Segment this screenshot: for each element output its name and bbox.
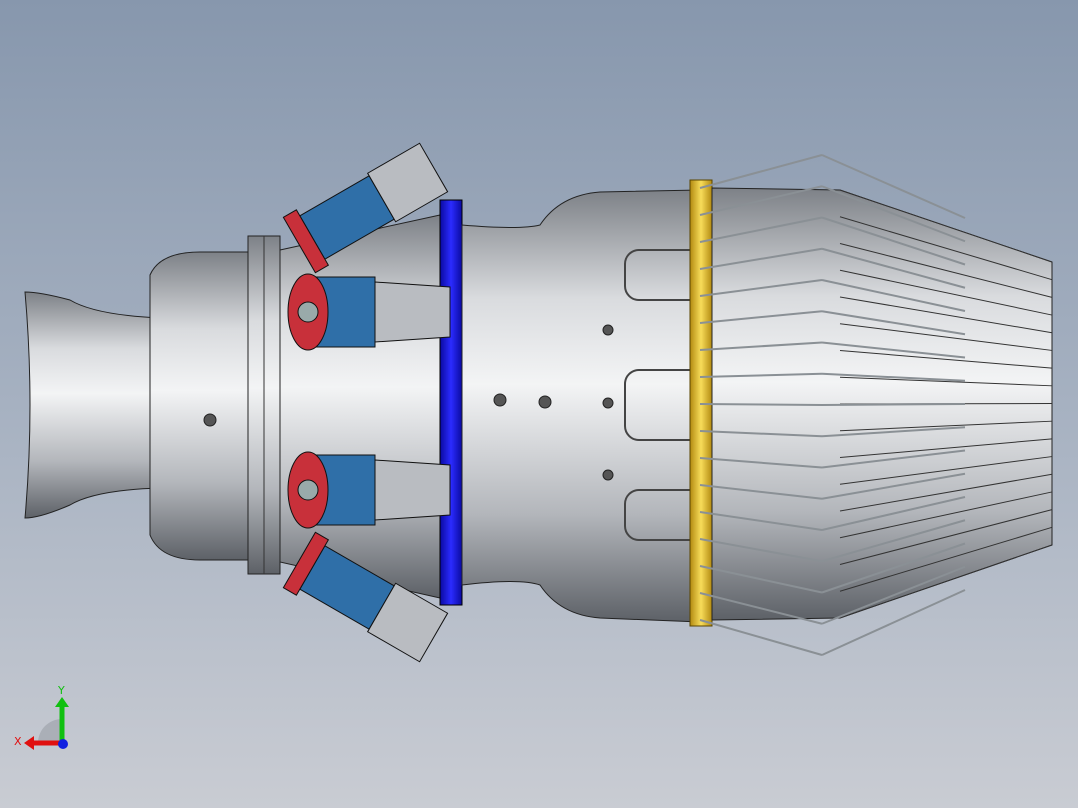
coordinate-triad: Y X (10, 684, 80, 755)
yellow-ring-flange (689, 179, 713, 627)
y-axis-label: Y (57, 685, 65, 697)
fuel-injector-2 (287, 273, 451, 351)
x-axis-label: X (14, 735, 22, 748)
engine-3d-model[interactable] (0, 0, 1078, 808)
forward-casing (149, 251, 256, 561)
mid-body (279, 214, 441, 599)
z-axis-dot (58, 739, 68, 749)
blue-ring-flange (439, 199, 463, 606)
graphics-viewport[interactable]: Y X (0, 0, 1078, 808)
inlet-bell (24, 291, 161, 519)
fuel-injector-3 (287, 451, 451, 529)
